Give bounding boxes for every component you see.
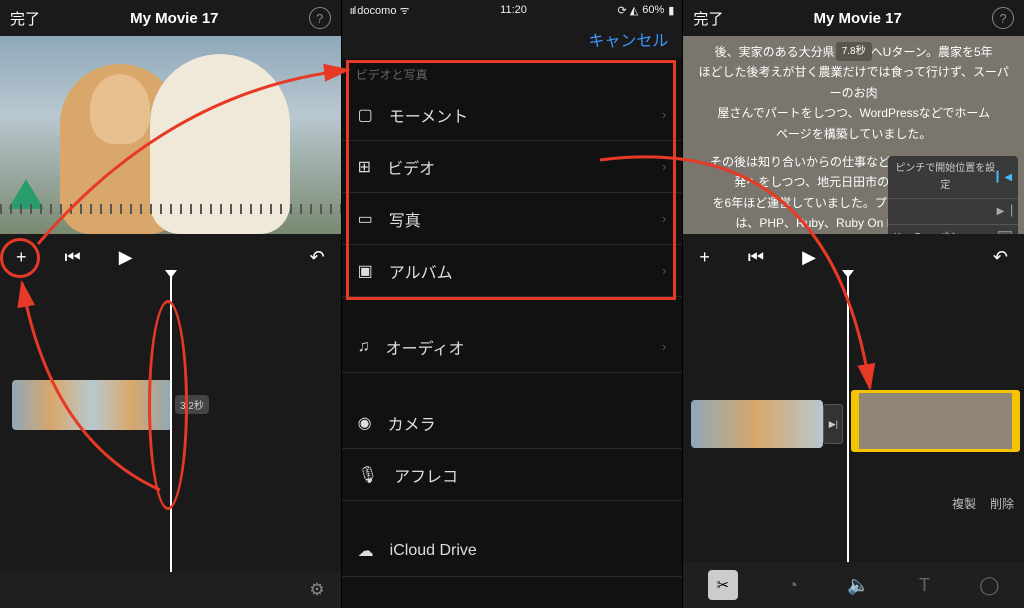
speed-tool[interactable]: ◔ xyxy=(787,575,798,596)
trim-handle-left[interactable] xyxy=(851,393,859,449)
row-audio[interactable]: ♫ オーディオ › xyxy=(342,321,683,373)
carrier-text: ııl docomo ᯤ xyxy=(350,3,410,18)
video-preview xyxy=(0,36,341,234)
mic-icon: 🎙 xyxy=(358,465,378,485)
media-list: ▢ モーメント › ⊞ ビデオ › ▭ 写真 › ▣ アルバム › ♫ xyxy=(342,89,683,577)
filter-tool[interactable]: ◯ xyxy=(979,575,999,596)
row-camera[interactable]: ◉ カメラ xyxy=(342,397,683,449)
screen-editor-1: 完了 My Movie 17 ? + ⏮ ▶ ↶ 3.2秒 ⚙ xyxy=(0,0,342,608)
done-button[interactable]: 完了 xyxy=(10,8,40,29)
row-label: オーディオ xyxy=(386,335,465,359)
transition-button[interactable]: ▶| xyxy=(823,404,843,444)
edit-toolbar: ✂ ◔ 🔈 T ◯ xyxy=(683,562,1024,608)
skip-start-button[interactable]: ⏮ xyxy=(65,247,81,268)
kenburns-toggle[interactable]: Ken Burnsオン xyxy=(888,225,1018,234)
set-end-button[interactable]: ▶▕ xyxy=(888,199,1018,225)
duplicate-button[interactable]: 複製 xyxy=(952,495,976,512)
undo-button[interactable]: ↶ xyxy=(310,247,325,268)
row-label: アフレコ xyxy=(394,463,458,487)
chevron-right-icon: › xyxy=(662,339,666,354)
add-media-button[interactable]: + xyxy=(699,247,710,268)
start-marker-icon: ▎◀ xyxy=(997,169,1012,186)
timeline-clip-selected[interactable] xyxy=(851,390,1020,452)
video-icon: ⊞ xyxy=(358,157,371,177)
pip-toolbar: ピンチで開始位置を設定 ▎◀ ▶▕ Ken Burnsオン xyxy=(888,156,1018,234)
section-header: ビデオと写真 xyxy=(342,58,683,89)
video-preview-text: 7.8秒 後、実家のある大分県日田市へUターン。農家を5年 ほどした後考えが甘く… xyxy=(683,36,1024,234)
playhead[interactable] xyxy=(847,270,849,562)
row-label: iCloud Drive xyxy=(390,542,477,560)
clock: 11:20 xyxy=(500,4,527,16)
header: 完了 My Movie 17 ? xyxy=(0,0,341,36)
cut-tool[interactable]: ✂ xyxy=(708,570,738,600)
photo-icon: ▭ xyxy=(358,209,373,229)
settings-icon[interactable]: ⚙ xyxy=(309,580,324,600)
duration-pill: 7.8秒 xyxy=(836,42,872,61)
text-tool[interactable]: T xyxy=(919,575,930,596)
play-button[interactable]: ▶ xyxy=(119,247,133,268)
body-text: ほどした後考えが甘く農業だけでは食って行けず、スーパーのお肉 xyxy=(697,62,1010,103)
body-text: 屋さんでパートをしつつ、WordPressなどでホーム xyxy=(697,103,1010,123)
cloud-icon: ☁ xyxy=(358,541,374,561)
chevron-right-icon: › xyxy=(662,263,666,278)
row-video[interactable]: ⊞ ビデオ › xyxy=(342,141,683,193)
fence-decoration xyxy=(0,204,341,214)
row-icloud[interactable]: ☁ iCloud Drive xyxy=(342,525,683,577)
cancel-button[interactable]: キャンセル xyxy=(588,27,668,51)
help-button[interactable]: ? xyxy=(309,7,331,29)
bottom-bar: ⚙ xyxy=(0,572,341,608)
audio-icon: ♫ xyxy=(358,338,370,356)
row-voiceover[interactable]: 🎙 アフレコ xyxy=(342,449,683,501)
timeline[interactable]: 3.2秒 xyxy=(0,280,341,572)
chevron-right-icon: › xyxy=(662,159,666,174)
kenburns-icon xyxy=(998,231,1012,235)
pip-label: Ken Burnsオン xyxy=(894,229,961,234)
camera-icon: ◉ xyxy=(358,413,372,433)
set-start-button[interactable]: ピンチで開始位置を設定 ▎◀ xyxy=(888,156,1018,199)
done-button[interactable]: 完了 xyxy=(693,8,723,29)
header: 完了 My Movie 17 ? xyxy=(683,0,1024,36)
screen-editor-2: 完了 My Movie 17 ? 7.8秒 後、実家のある大分県日田市へUターン… xyxy=(683,0,1024,608)
end-marker-icon: ▶▕ xyxy=(997,203,1012,220)
timeline[interactable]: ▶| 複製 削除 xyxy=(683,280,1024,562)
status-right: ⟳ ◭ 60% ▮ xyxy=(618,4,675,17)
delete-button[interactable]: 削除 xyxy=(990,495,1014,512)
playhead[interactable] xyxy=(170,270,172,572)
trim-handle-right[interactable] xyxy=(1012,393,1020,449)
timeline-clip[interactable] xyxy=(12,380,172,430)
row-label: カメラ xyxy=(388,411,436,435)
row-label: アルバム xyxy=(389,259,453,283)
timeline-clip[interactable] xyxy=(691,400,823,448)
clip-duration-badge: 3.2秒 xyxy=(175,395,209,414)
project-title: My Movie 17 xyxy=(814,10,902,27)
chevron-right-icon: › xyxy=(662,107,666,122)
row-moments[interactable]: ▢ モーメント › xyxy=(342,89,683,141)
chevron-right-icon: › xyxy=(662,211,666,226)
moments-icon: ▢ xyxy=(358,105,373,125)
clip-actions: 複製 削除 xyxy=(952,495,1014,512)
nav-bar: キャンセル xyxy=(342,20,683,58)
row-label: モーメント xyxy=(389,103,468,127)
row-label: ビデオ xyxy=(387,155,435,179)
row-album[interactable]: ▣ アルバム › xyxy=(342,245,683,297)
album-icon: ▣ xyxy=(358,261,373,281)
add-media-button[interactable]: + xyxy=(16,247,27,268)
row-label: 写真 xyxy=(389,207,421,231)
pip-label: ピンチで開始位置を設定 xyxy=(894,160,997,194)
row-photo[interactable]: ▭ 写真 › xyxy=(342,193,683,245)
screen-media-picker: ııl docomo ᯤ 11:20 ⟳ ◭ 60% ▮ キャンセル ビデオと写… xyxy=(342,0,684,608)
undo-button[interactable]: ↶ xyxy=(993,247,1008,268)
project-title: My Movie 17 xyxy=(130,10,218,27)
skip-start-button[interactable]: ⏮ xyxy=(748,247,764,268)
body-text: ページを構築していました。 xyxy=(697,124,1010,144)
help-button[interactable]: ? xyxy=(992,7,1014,29)
status-bar: ııl docomo ᯤ 11:20 ⟳ ◭ 60% ▮ xyxy=(342,0,683,20)
volume-tool[interactable]: 🔈 xyxy=(847,575,869,596)
play-button[interactable]: ▶ xyxy=(802,247,816,268)
